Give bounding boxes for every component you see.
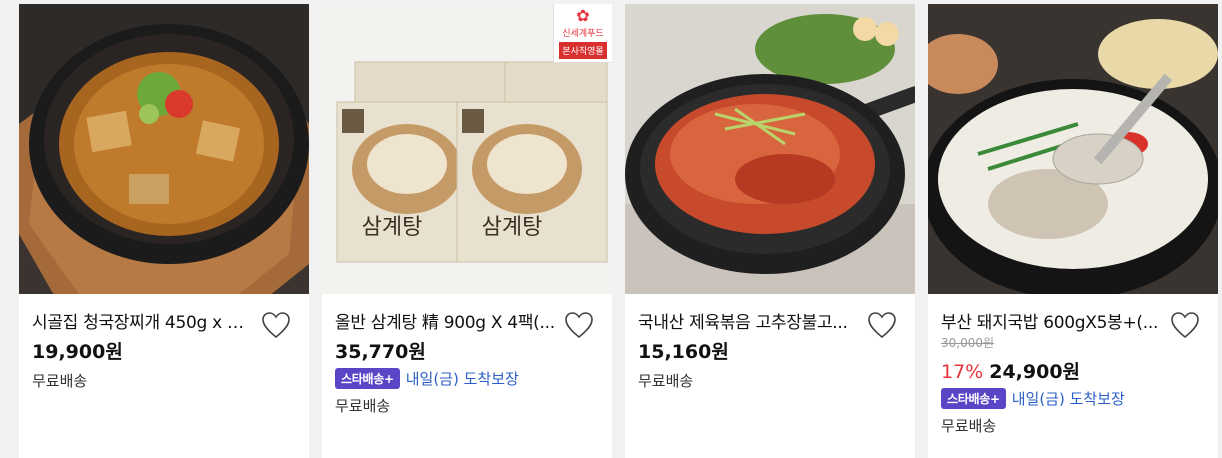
corner-brand: 신세계푸드 [562,29,604,39]
star-delivery-badge: 스타배송+ [941,388,1006,409]
product-card-4[interactable]: 부산 돼지국밥 600gX5봉+(... 30,000원 17% 24,900원 … [928,4,1218,458]
heart-icon[interactable] [261,311,291,339]
product-card-1[interactable]: 시골집 청국장찌개 450g x 5... 19,900원 무료배송 [19,4,309,458]
shipping-label: 무료배송 [941,417,997,435]
arrival-guarantee: 내일(금) 도착보장 [405,370,519,388]
heart-icon[interactable] [564,311,594,339]
arrival-guarantee: 내일(금) 도착보장 [1011,390,1125,408]
product-title[interactable]: 국내산 제육볶음 고추장불고... [638,308,858,333]
heart-icon[interactable] [1170,311,1200,339]
product-title[interactable]: 올반 삼계탕 精 900g X 4팩(... [335,308,555,333]
soybean-stew-image[interactable] [19,4,309,294]
spicy-pork-image[interactable] [625,4,915,294]
product-price: 15,160원 [638,341,729,363]
brand-corner-badge: ✿ 신세계푸드 본사직영몰 [553,4,612,63]
star-delivery-badge: 스타배송+ [335,368,400,389]
product-card-3[interactable]: 국내산 제육볶음 고추장불고... 15,160원 무료배송 [625,4,915,458]
original-price: 30,000원 [941,336,995,350]
pork-soup-image[interactable] [928,4,1218,294]
heart-icon[interactable] [867,311,897,339]
discount-price-row: 17% 24,900원 [941,357,1080,384]
product-card-2[interactable]: 삼계탕 삼계탕 ✿ 신세계푸드 본사직영몰 올반 삼계탕 精 900g X 4팩… [322,4,612,458]
shipping-label: 무료배송 [32,372,88,390]
delivery-row: 스타배송+ 내일(금) 도착보장 [335,368,519,389]
package-title-text-2: 삼계탕 [482,215,543,240]
product-price: 19,900원 [32,341,123,363]
delivery-row: 스타배송+ 내일(금) 도착보장 [941,388,1125,409]
package-title-text: 삼계탕 [362,215,423,240]
corner-label: 본사직영몰 [559,42,607,59]
shipping-label: 무료배송 [335,397,391,415]
flower-logo-icon: ✿ [576,6,590,25]
shipping-label: 무료배송 [638,372,694,390]
discount-rate: 17% [941,361,984,383]
product-title[interactable]: 시골집 청국장찌개 450g x 5... [32,308,252,333]
product-title[interactable]: 부산 돼지국밥 600gX5봉+(... [941,308,1161,333]
product-price: 24,900원 [989,361,1081,383]
product-price: 35,770원 [335,341,426,363]
